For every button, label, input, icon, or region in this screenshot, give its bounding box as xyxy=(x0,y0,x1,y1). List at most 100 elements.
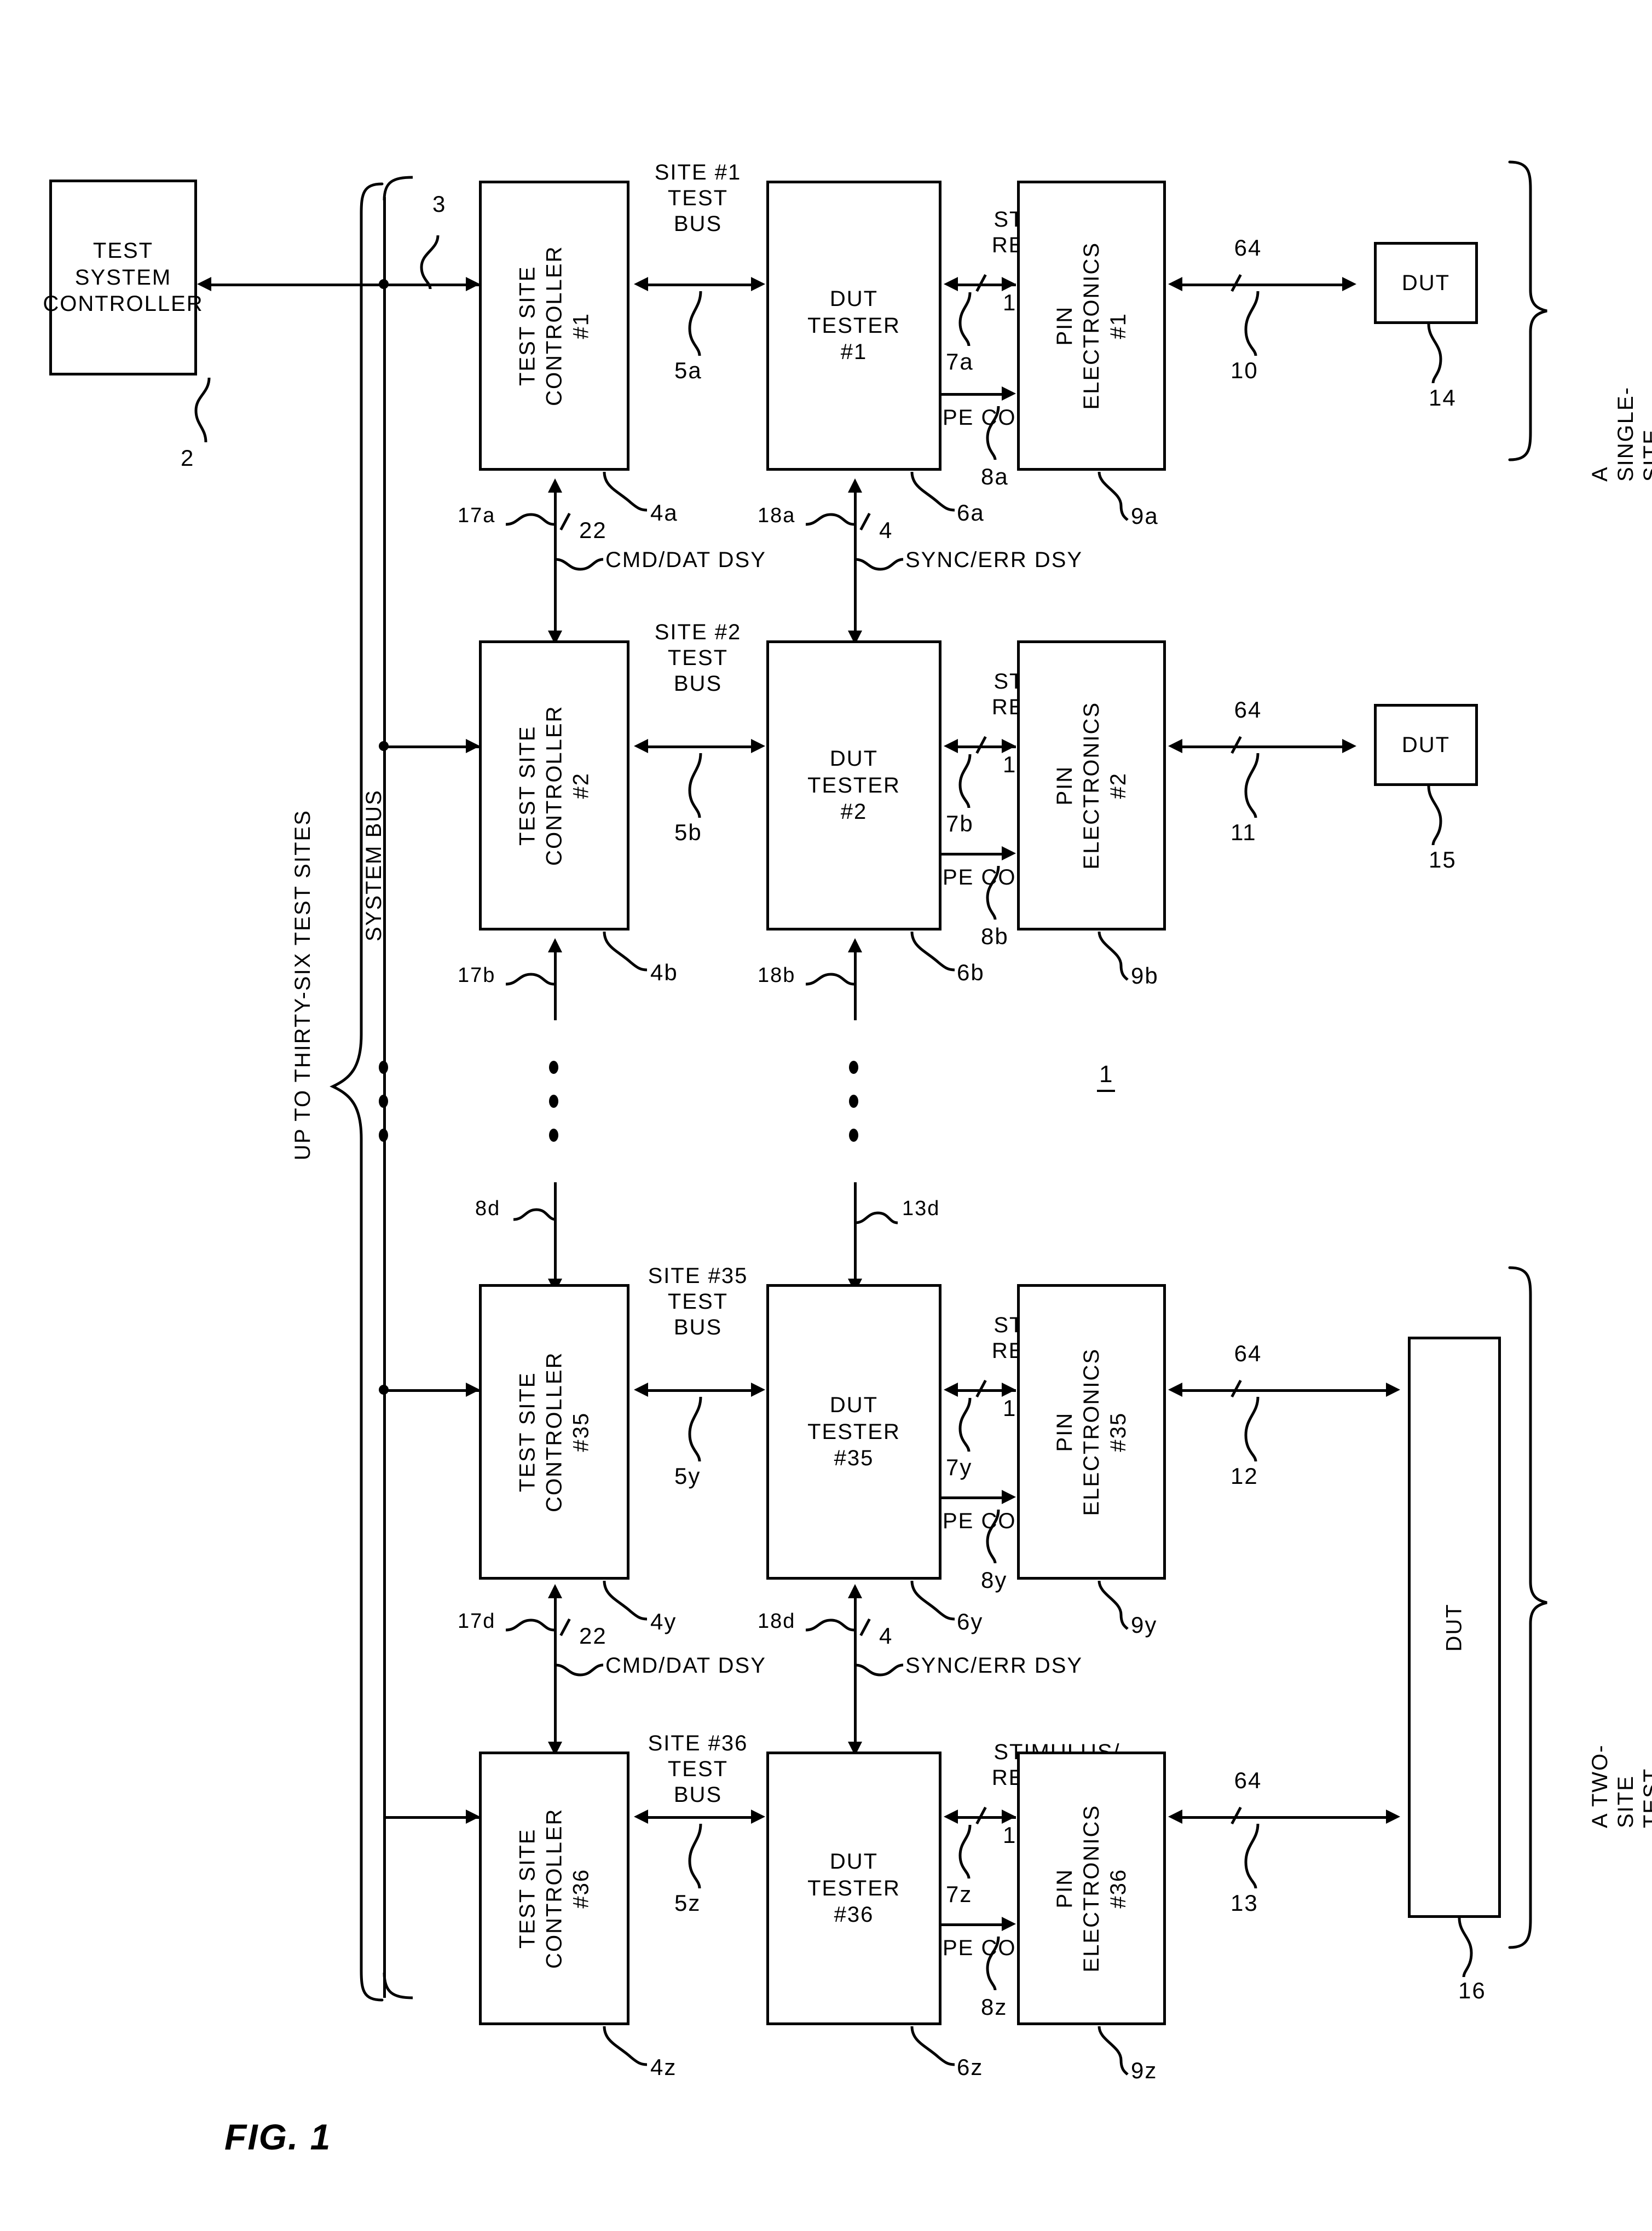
leader-ref-5z xyxy=(688,1823,716,1889)
ref-14: 14 xyxy=(1429,385,1457,411)
leader-ref-8b xyxy=(985,865,1013,921)
single-site-station-label: A SINGLE-SITE TEST STATION xyxy=(1588,386,1652,482)
ref-15: 15 xyxy=(1429,847,1457,872)
pin-electronics-1-label: PIN ELECTRONICS #1 xyxy=(1052,241,1130,410)
dut-tester-2-label: DUT TESTER #2 xyxy=(807,746,900,824)
site-36-test-bus-line xyxy=(642,1816,754,1819)
sync-err-dsy-width-top: 4 xyxy=(879,517,893,543)
dut-15-label: DUT xyxy=(1401,732,1451,757)
ref-6b: 6b xyxy=(957,960,985,985)
leader-ref-18a xyxy=(805,512,855,534)
bus-width-64-35: 64 xyxy=(1234,1340,1262,1366)
sync-err-dsy-bottom-label: SYNC/ERR DSY xyxy=(905,1654,1083,1678)
bus-width-tick-64-1 xyxy=(1231,274,1242,292)
arrow-to-test-system-controller-1 xyxy=(197,277,211,291)
pe1-dut-arrow-right xyxy=(1342,277,1356,291)
ref-7z: 7z xyxy=(946,1881,973,1907)
dut-14-box: DUT xyxy=(1374,242,1478,324)
ref-7a: 7a xyxy=(946,349,974,374)
site-35-bus-arrow-left xyxy=(634,1383,648,1397)
leader-ref-17d xyxy=(505,1618,555,1640)
site-1-test-bus-line xyxy=(642,284,754,286)
sync-err-dsy-width-bottom: 4 xyxy=(879,1623,893,1649)
cmd-dat-dsy-width-bottom: 22 xyxy=(579,1623,607,1649)
leader-ref-7z xyxy=(958,1824,986,1880)
ref-2: 2 xyxy=(181,445,195,471)
ref-8a: 8a xyxy=(981,464,1009,489)
site-35-test-bus-line xyxy=(642,1389,754,1392)
leader-sync-err-dsy-bottom xyxy=(854,1660,904,1681)
site-2-bus-arrow-right xyxy=(751,739,765,753)
ref-17a: 17a xyxy=(458,504,496,527)
ref-8b: 8b xyxy=(981,923,1009,949)
leader-ref-6z xyxy=(909,2026,958,2068)
test-site-controller-36-box: TEST SITE CONTROLLER #36 xyxy=(479,1752,629,2025)
leader-ref-4a xyxy=(601,471,650,513)
site-36-bus-arrow-left xyxy=(634,1810,648,1824)
ref-7y: 7y xyxy=(946,1454,973,1480)
leader-ref-6b xyxy=(909,931,958,973)
sync-err-dsy-top-arrow-up xyxy=(848,478,862,493)
figure-label: FIG. 1 xyxy=(224,2117,332,2157)
system-bus-branch-1 xyxy=(204,284,480,286)
pe-config-1-line xyxy=(941,393,1012,396)
site-35-test-bus-label: SITE #35 TEST BUS xyxy=(648,1264,748,1340)
dut-16-label: DUT xyxy=(1442,1603,1466,1652)
site-1-test-bus-label: SITE #1 TEST BUS xyxy=(654,160,742,236)
test-site-controller-1-label: TEST SITE CONTROLLER #1 xyxy=(515,245,593,406)
ref-5a: 5a xyxy=(674,357,702,383)
single-site-station-bracket xyxy=(1506,159,1561,465)
figure-system-ref: 1 xyxy=(1097,1061,1116,1092)
stimulus-response-35-arrow-left xyxy=(944,1383,958,1397)
leader-ref-9z xyxy=(1095,2026,1133,2076)
pin-electronics-2-label: PIN ELECTRONICS #2 xyxy=(1052,701,1130,870)
ref-12: 12 xyxy=(1231,1463,1258,1489)
leader-ref-8y xyxy=(985,1509,1013,1564)
arrow-to-site-controller-36 xyxy=(466,1810,480,1824)
bus-width-tick-128-36 xyxy=(975,1806,987,1825)
ref-3: 3 xyxy=(432,191,447,217)
pin-electronics-35-box: PIN ELECTRONICS #35 xyxy=(1017,1284,1166,1580)
ref-4b: 4b xyxy=(650,960,678,985)
pin-electronics-1-box: PIN ELECTRONICS #1 xyxy=(1017,181,1166,471)
test-site-controller-35-box: TEST SITE CONTROLLER #35 xyxy=(479,1284,629,1580)
pe1-dut-arrow-left xyxy=(1168,277,1182,291)
stimulus-response-1-arrow-left xyxy=(944,277,958,291)
pe-config-36-line xyxy=(941,1923,1012,1926)
ellipsis-sync-err xyxy=(849,1061,858,1142)
ref-18a: 18a xyxy=(758,504,796,527)
arrow-to-site-controller-2 xyxy=(466,739,480,753)
cmd-dat-dsy-width-tick-bottom xyxy=(559,1618,571,1637)
pin-electronics-35-label: PIN ELECTRONICS #35 xyxy=(1052,1348,1130,1516)
system-bus-bottom-hook xyxy=(382,1970,426,2001)
pin-electronics-36-label: PIN ELECTRONICS #36 xyxy=(1052,1804,1130,1973)
two-site-station-label: A TWO-SITE TEST STATION xyxy=(1588,1744,1652,1828)
site-1-bus-arrow-right xyxy=(751,277,765,291)
bus-width-tick-64-36 xyxy=(1231,1806,1242,1825)
cmd-dat-dsy-top-label: CMD/DAT DSY xyxy=(605,548,766,572)
leader-ref-15 xyxy=(1419,785,1446,846)
dut-16-box: DUT xyxy=(1408,1337,1501,1918)
leader-ref-7b xyxy=(958,754,986,809)
leader-ref-14 xyxy=(1419,323,1446,384)
sync-err-dsy-width-tick-bottom xyxy=(859,1618,871,1637)
leader-ref-5b xyxy=(688,753,716,819)
leader-ref-12 xyxy=(1244,1396,1271,1463)
leader-ref-9a xyxy=(1095,471,1133,521)
pe36-dut-line xyxy=(1176,1816,1394,1819)
leader-ref-2 xyxy=(193,377,226,443)
pe2-dut-line xyxy=(1176,745,1350,748)
leader-ref-9b xyxy=(1095,931,1133,981)
test-site-controller-36-label: TEST SITE CONTROLLER #36 xyxy=(515,1808,593,1969)
ref-6y: 6y xyxy=(957,1609,984,1634)
leader-ref-18d xyxy=(805,1618,855,1640)
ref-4a: 4a xyxy=(650,500,678,525)
leader-cmd-dat-dsy-bottom xyxy=(554,1660,604,1681)
site-2-test-bus-line xyxy=(642,745,754,748)
ref-18d: 18d xyxy=(758,1610,796,1633)
ref-13d: 13d xyxy=(902,1197,940,1220)
pe2-dut-arrow-left xyxy=(1168,739,1182,753)
cmd-dat-dsy-width-tick-top xyxy=(559,512,571,531)
ref-8z: 8z xyxy=(981,1994,1008,2020)
cmd-dat-dsy-width-top: 22 xyxy=(579,517,607,543)
